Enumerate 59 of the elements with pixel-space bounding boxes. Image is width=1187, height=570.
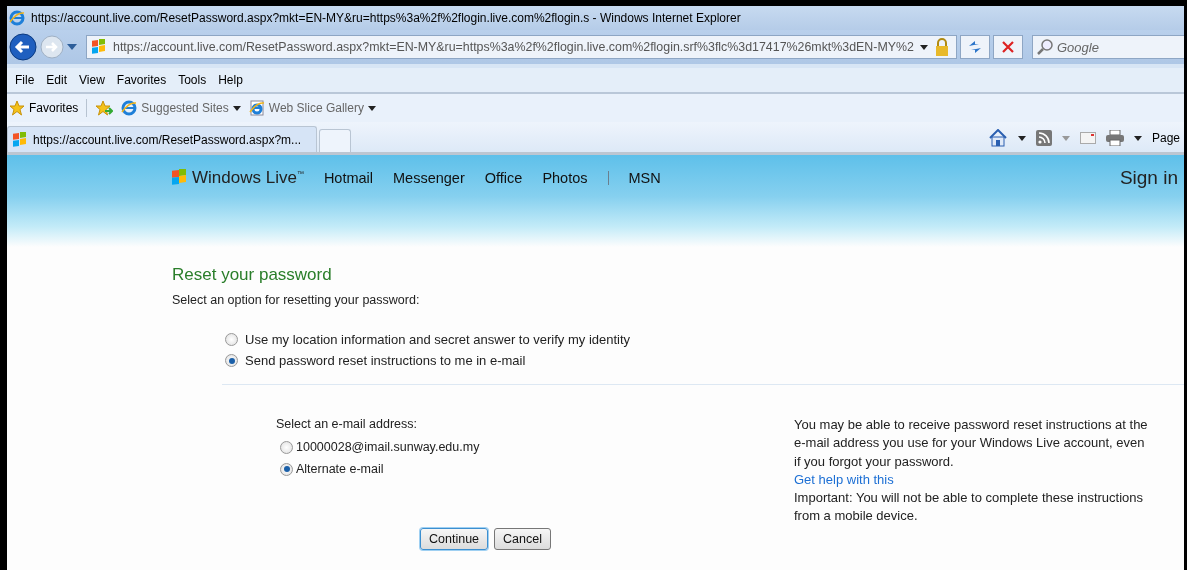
note-text: Important: You will not be able to complete these instructions from a mobile device. <box>794 489 1145 526</box>
dropdown-icon <box>919 44 928 50</box>
cancel-button[interactable]: Cancel <box>494 528 551 550</box>
feed-icon[interactable] <box>1035 130 1052 146</box>
prompt-text: Select an option for resetting your password: <box>172 293 421 307</box>
nav-link[interactable]: Photos <box>542 170 588 186</box>
caret-icon <box>1061 135 1070 141</box>
field-label: Select an e-mail address: <box>276 417 419 431</box>
close-icon <box>1001 41 1014 53</box>
caret-icon <box>1133 135 1142 141</box>
radio-option[interactable]: Alternate e-mail <box>280 462 692 476</box>
search-field[interactable]: Google <box>1031 35 1184 59</box>
address-field[interactable]: https://account.live.com/ResetPassword.aspx?mkt=EN-MY&ru=https%3a%2f%2flogin.live.com%2flogin.srf%3flc%3d17417%26mkt%3dEN-MY%2 <box>86 35 957 59</box>
dropdown-icon[interactable] <box>67 44 77 50</box>
nav-link[interactable]: Messenger <box>393 170 465 186</box>
browser-icon <box>9 10 25 26</box>
nav-link[interactable]: MSN <box>628 170 661 186</box>
radio-option[interactable]: 10000028@imail.sunway.edu.my <box>280 440 692 454</box>
windows-logo-icon <box>171 169 189 187</box>
window-title: https://account.live.com/ResetPassword.aspx?mkt=EN-MY&ru=https%3a%2f%2flogin.live.com%2flogin.s - Windows Internet Explorer <box>31 11 741 25</box>
lock-icon <box>933 38 950 56</box>
radio-option[interactable]: Send password reset instructions to me in e-mail <box>225 353 1184 368</box>
caret-icon <box>367 105 376 111</box>
stop-button[interactable] <box>992 35 1023 59</box>
page-icon <box>248 100 265 116</box>
radio-option[interactable]: Use my location information and secret answer to verify my identity <box>225 332 1184 347</box>
nav-link[interactable]: Hotmail <box>323 170 374 186</box>
favorites-link[interactable]: Suggested Sites <box>121 100 241 116</box>
menu-item[interactable]: View <box>73 73 111 87</box>
printer-icon[interactable] <box>1105 130 1124 146</box>
info-text: You may be able to receive password reset instructions at the e-mail address you use for your Windows Live account, even if you forgot your password. <box>794 416 1149 471</box>
continue-button[interactable]: Continue <box>420 528 489 550</box>
menu-item[interactable]: Edit <box>40 73 74 87</box>
home-icon[interactable] <box>987 129 1008 147</box>
menu-item[interactable]: Favorites <box>110 73 173 87</box>
refresh-button[interactable] <box>959 35 990 59</box>
nav-link[interactable]: Office <box>484 170 523 186</box>
favorites-button[interactable]: Favorites <box>9 100 79 116</box>
page-heading: Reset your password <box>172 265 333 285</box>
menu-item[interactable]: Tools <box>172 73 213 87</box>
sign-in-link[interactable]: Sign in <box>1119 167 1178 189</box>
caret-icon <box>232 105 241 111</box>
browser-icon <box>121 100 138 116</box>
help-link[interactable]: Get help with this <box>794 470 894 490</box>
favorites-link[interactable]: Web Slice Gallery <box>248 100 376 116</box>
brand-logo[interactable]: Windows Live$^{™}$ <box>171 168 304 188</box>
browser-tab[interactable]: https://account.live.com/ResetPassword.aspx?m... <box>7 126 317 152</box>
caret-icon <box>1017 135 1026 141</box>
mail-icon[interactable] <box>1079 132 1096 144</box>
windows-logo-icon <box>12 131 28 148</box>
menu-item[interactable]: File <box>9 73 41 87</box>
add-favorite-icon[interactable] <box>95 100 114 116</box>
windows-logo-icon <box>91 39 107 55</box>
menu-item[interactable]: Help <box>212 73 249 87</box>
back-icon[interactable] <box>9 33 37 61</box>
search-icon <box>1036 39 1053 55</box>
star-icon <box>9 100 25 116</box>
search-field[interactable]: Google <box>1056 36 1184 58</box>
page-menu[interactable]: Page <box>1151 131 1180 145</box>
